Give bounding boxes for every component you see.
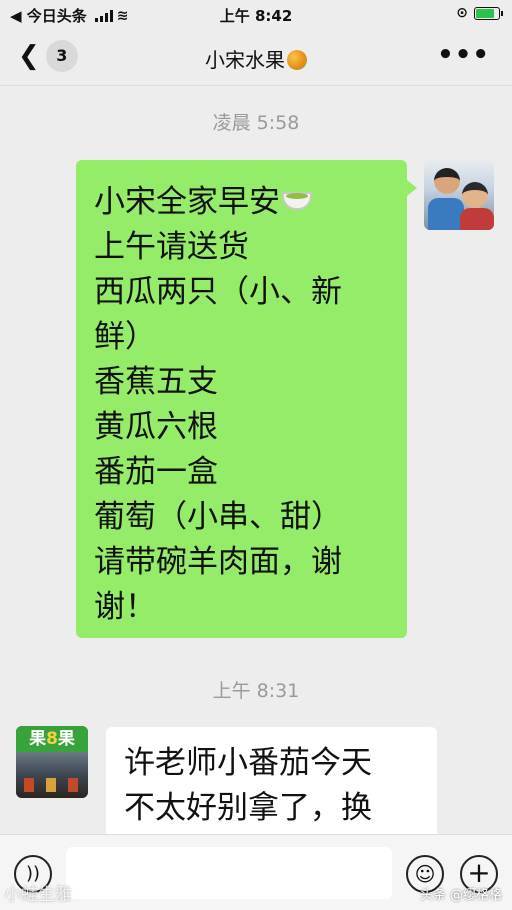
message-line: 许老师小番茄今天 — [124, 745, 372, 781]
message-input[interactable] — [66, 847, 392, 899]
chat-title: 小宋水果 — [0, 44, 512, 73]
watermark-left: 小蛙生雅 — [4, 885, 72, 905]
mango-emoji-icon — [287, 50, 307, 70]
shop-sign-logo: 果8果 — [16, 726, 88, 752]
message-line: 小宋全家早安 — [94, 180, 391, 225]
orientation-lock-icon: ⊙ — [456, 5, 468, 21]
more-options-button[interactable]: ••• — [437, 40, 490, 70]
watermark-right: 头条 @缨格格 — [419, 888, 502, 903]
battery-fill — [476, 8, 494, 18]
my-avatar[interactable] — [424, 160, 494, 230]
message-line: 葡萄（小串、甜） — [94, 499, 342, 535]
message-timestamp: 上午 8:31 — [212, 680, 300, 702]
message-line: 不太好别拿了，换 — [124, 790, 372, 826]
incoming-message-bubble[interactable]: 许老师小番茄今天 不太好别拿了，换 — [106, 727, 437, 839]
message-line: 请带碗羊肉面，谢 — [94, 544, 342, 580]
message-line: 上午请送货 — [94, 229, 249, 265]
message-line: 鲜） — [94, 319, 156, 355]
outgoing-message-bubble[interactable]: 小宋全家早安 上午请送货 西瓜两只（小、新 鲜） 香蕉五支 黄瓜六根 番茄一盒 … — [76, 160, 417, 638]
clock: 上午 8:42 — [219, 7, 293, 25]
message-line: 西瓜两只（小、新 — [94, 274, 342, 310]
status-bar: ◀ 今日头条 ≋ 上午 8:42 ⊙ — [0, 0, 512, 28]
message-timestamp: 凌晨 5:58 — [212, 112, 300, 134]
tea-cup-emoji-icon — [280, 186, 314, 214]
chat-header: ❮ 3 小宋水果 ••• — [0, 28, 512, 86]
message-line: 黄瓜六根 — [94, 409, 218, 445]
battery-icon — [474, 6, 503, 20]
message-line: 谢！ — [94, 589, 156, 625]
message-line: 香蕉五支 — [94, 364, 218, 400]
message-line: 番茄一盒 — [94, 454, 218, 490]
contact-avatar[interactable]: 果8果 — [16, 726, 88, 798]
chat-title-text: 小宋水果 — [205, 48, 285, 72]
